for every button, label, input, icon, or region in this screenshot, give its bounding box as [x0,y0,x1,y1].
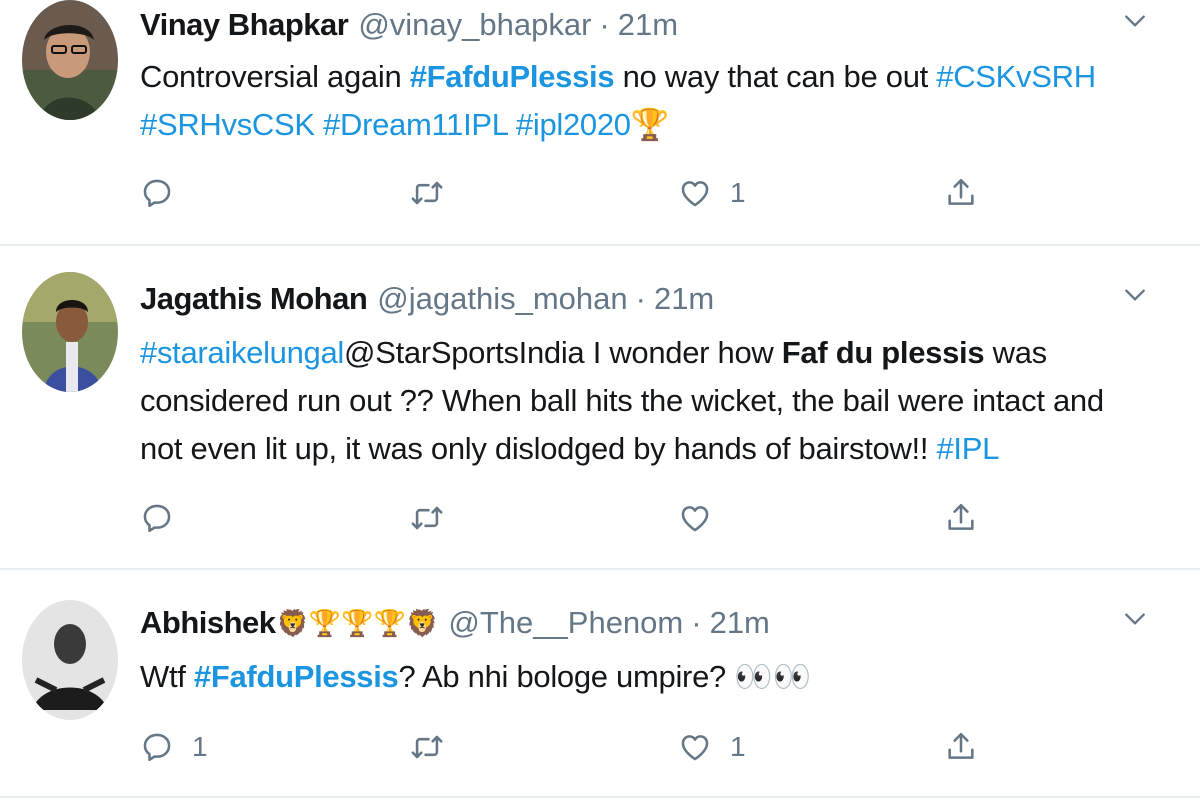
chevron-down-icon[interactable] [1122,282,1148,308]
timestamp[interactable]: 21m [618,7,678,43]
separator-dot: · [635,281,646,316]
hashtag-link[interactable]: #SRHvsCSK [140,107,315,142]
share-button[interactable] [944,173,978,213]
text-segment: I wonder how [584,335,782,370]
tweet[interactable]: Jagathis Mohan @jagathis_mohan · 21m #st… [0,246,1200,570]
tweet-feed: Vinay Bhapkar @vinay_bhapkar · 21m Contr… [0,0,1200,800]
timestamp[interactable]: 21m [710,605,770,641]
tweet[interactable]: Abhishek 🦁🏆🏆🏆🦁 @The__Phenom · 21m Wtf #Fa… [0,570,1200,798]
avatar[interactable] [22,272,118,392]
reply-icon [140,501,174,535]
display-name[interactable]: Jagathis Mohan [140,281,368,317]
tweet-header: Jagathis Mohan @jagathis_mohan · 21m [140,279,714,319]
retweet-icon [410,176,444,210]
reply-icon [140,730,174,764]
hashtag-link[interactable]: #FafduPlessis [410,59,615,94]
avatar[interactable] [22,600,118,720]
user-handle[interactable]: @vinay_bhapkar [358,7,591,43]
tweet-header: Vinay Bhapkar @vinay_bhapkar · 21m [140,5,678,45]
hashtag-link[interactable]: #staraikelungal [140,335,344,370]
heart-icon [678,176,712,210]
text-segment: Wtf [140,659,194,694]
share-icon [944,176,978,210]
reply-button[interactable] [140,173,192,213]
display-name[interactable]: Vinay Bhapkar [140,7,349,43]
name-emoji: 🦁🏆🏆🏆🦁 [276,607,439,638]
separator-dot: · [691,605,702,640]
tweet-text: #staraikelungal@StarSportsIndia I wonder… [140,329,1150,473]
share-button[interactable] [944,498,978,538]
text-segment: ? Ab nhi bologe umpire? [398,659,735,694]
trophy-emoji: 🏆 [630,107,670,142]
user-handle[interactable]: @jagathis_mohan [377,281,627,317]
separator-dot: · [599,7,610,42]
mention-link[interactable]: @StarSportsIndia [344,335,585,370]
tweet-actions [140,498,1000,538]
display-name[interactable]: Abhishek [140,605,276,641]
tweet-actions: 1 [140,173,1000,213]
share-icon [944,730,978,764]
hashtag-link[interactable]: #FafduPlessis [194,659,399,694]
chevron-down-icon[interactable] [1122,606,1148,632]
hashtag-link[interactable]: #IPL [936,431,999,466]
tweet-header: Abhishek 🦁🏆🏆🏆🦁 @The__Phenom · 21m [140,603,770,643]
heart-icon [678,730,712,764]
hashtag-link[interactable]: #ipl2020 [516,107,631,142]
share-icon [944,501,978,535]
retweet-button[interactable] [410,727,462,767]
retweet-button[interactable] [410,173,462,213]
chevron-down-icon[interactable] [1122,8,1148,34]
hashtag-link[interactable]: #CSKvSRH [936,59,1096,94]
share-button[interactable] [944,727,978,767]
user-handle[interactable]: @The__Phenom [448,605,683,641]
timestamp[interactable]: 21m [654,281,714,317]
like-button[interactable]: 1 [678,727,746,767]
reply-icon [140,176,174,210]
tweet[interactable]: Vinay Bhapkar @vinay_bhapkar · 21m Contr… [0,0,1200,246]
avatar[interactable] [22,0,118,120]
hashtag-link[interactable]: #Dream11IPL [323,107,508,142]
eyes-emoji: 👀👀 [734,659,811,694]
tweet-text: Controversial again #FafduPlessis no way… [140,53,1150,149]
retweet-icon [410,501,444,535]
reply-button[interactable]: 1 [140,727,208,767]
reply-count: 1 [192,731,208,762]
tweet-text: Wtf #FafduPlessis? Ab nhi bologe umpire?… [140,653,1150,701]
retweet-button[interactable] [410,498,462,538]
retweet-icon [410,730,444,764]
text-segment: no way that can be out [614,59,937,94]
like-count: 1 [730,731,746,762]
heart-icon [678,501,712,535]
like-count: 1 [730,177,746,208]
like-button[interactable]: 1 [678,173,746,213]
reply-button[interactable] [140,498,192,538]
text-segment: Controversial again [140,59,410,94]
tweet-actions: 1 1 [140,727,1000,767]
like-button[interactable] [678,498,730,538]
highlighted-term: Faf du plessis [781,335,985,370]
